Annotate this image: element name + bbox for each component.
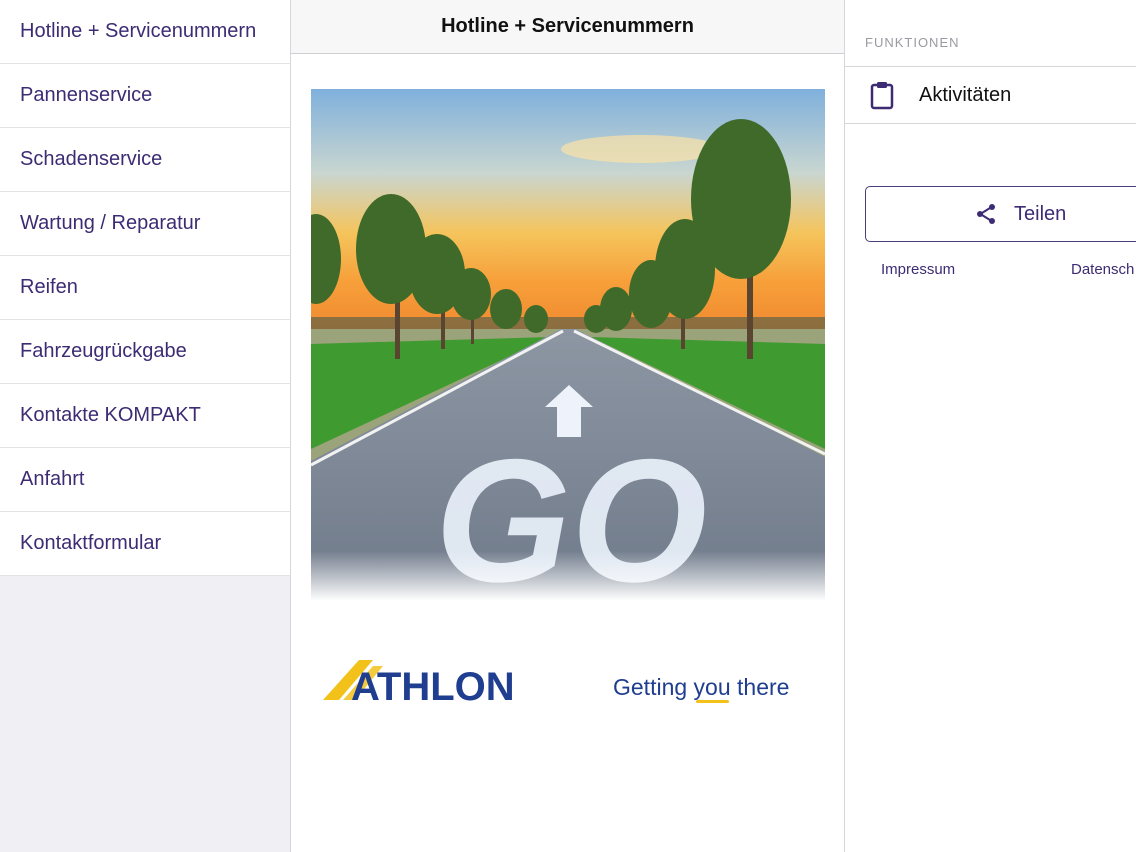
content-panel: Hotline + Servicenummern GO ATHLON Getti… bbox=[291, 0, 845, 852]
sidebar: Hotline + Servicenummern Pannenservice S… bbox=[0, 0, 291, 852]
hero-image: GO bbox=[311, 89, 825, 601]
share-button[interactable]: Teilen bbox=[865, 186, 1136, 242]
sidebar-item-kontakte-kompakt[interactable]: Kontakte KOMPAKT bbox=[0, 384, 290, 448]
sidebar-item-schadenservice[interactable]: Schadenservice bbox=[0, 128, 290, 192]
page-title: Hotline + Servicenummern bbox=[291, 0, 844, 54]
clipboard-icon bbox=[870, 82, 894, 110]
athlon-logo-mark: ATHLON bbox=[323, 660, 515, 709]
impressum-link[interactable]: Impressum bbox=[881, 261, 955, 278]
activities-label: Aktivitäten bbox=[919, 83, 1012, 106]
activities-row[interactable]: Aktivitäten bbox=[845, 66, 1136, 124]
sidebar-item-hotline[interactable]: Hotline + Servicenummern bbox=[0, 0, 290, 64]
sidebar-item-reifen[interactable]: Reifen bbox=[0, 256, 290, 320]
sidebar-item-pannenservice[interactable]: Pannenservice bbox=[0, 64, 290, 128]
sidebar-item-wartung[interactable]: Wartung / Reparatur bbox=[0, 192, 290, 256]
sidebar-item-kontaktformular[interactable]: Kontaktformular bbox=[0, 512, 290, 576]
sidebar-item-anfahrt[interactable]: Anfahrt bbox=[0, 448, 290, 512]
share-icon bbox=[977, 204, 995, 224]
sidebar-item-fahrzeugrueckgabe[interactable]: Fahrzeugrückgabe bbox=[0, 320, 290, 384]
svg-text:ATHLON: ATHLON bbox=[351, 665, 515, 709]
share-label: Teilen bbox=[1014, 202, 1067, 225]
datenschutz-link[interactable]: Datensch bbox=[1071, 261, 1134, 278]
functions-panel: FUNKTIONEN Aktivitäten Teilen Impressum … bbox=[845, 0, 1136, 852]
section-label: FUNKTIONEN bbox=[865, 35, 960, 50]
tagline: Getting you there bbox=[613, 674, 790, 700]
sidebar-menu: Hotline + Servicenummern Pannenservice S… bbox=[0, 0, 290, 576]
